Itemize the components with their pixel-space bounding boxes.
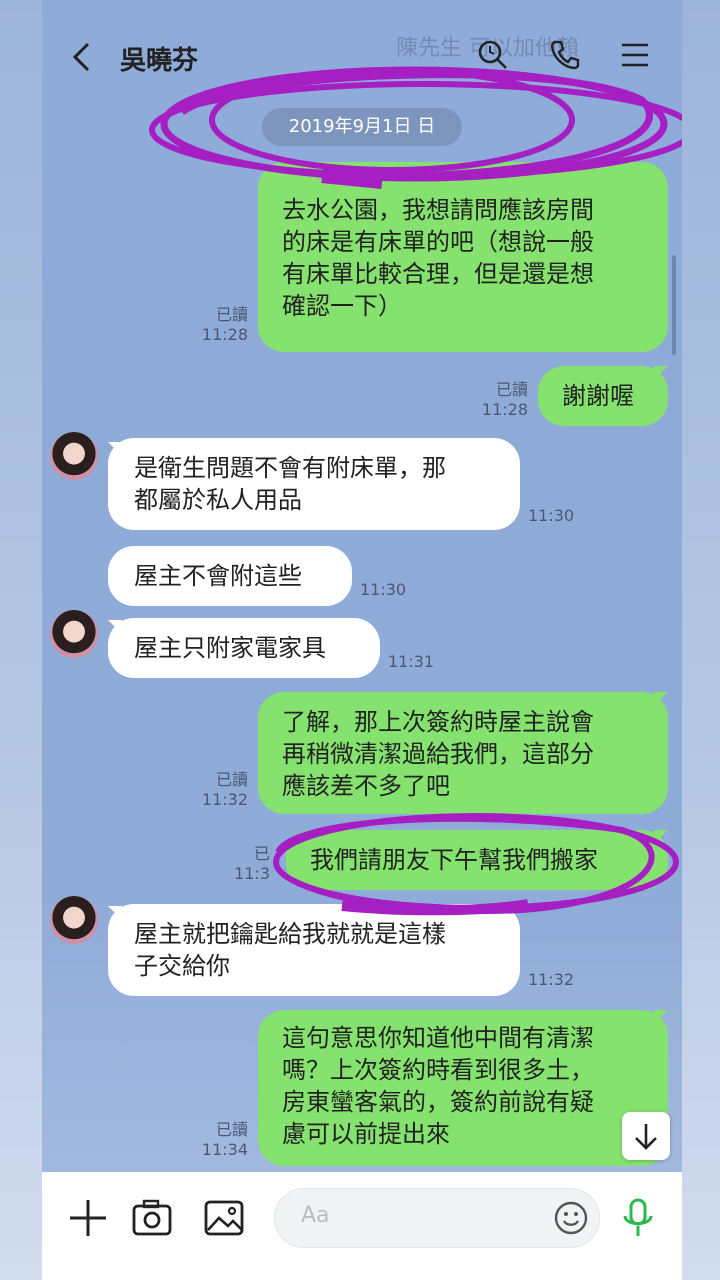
read-receipt: 已 <box>253 844 270 863</box>
message-time: 11:3 <box>234 864 270 883</box>
message-text-line: 謝謝喔 <box>562 382 634 410</box>
message-time: 11:28 <box>201 325 248 344</box>
mic-icon[interactable] <box>616 1196 660 1240</box>
message-meta: 已讀 11:32 <box>182 770 248 810</box>
avatar[interactable] <box>50 432 98 480</box>
plus-icon[interactable] <box>66 1196 110 1240</box>
chat-title: 吳曉芬 <box>120 46 199 76</box>
message-time: 11:30 <box>360 580 407 599</box>
read-receipt: 已讀 <box>495 380 528 399</box>
camera-icon[interactable] <box>130 1196 174 1240</box>
chat-header: 吳曉芬 <box>42 0 682 110</box>
message-text-line: 都屬於私人用品 <box>134 486 302 514</box>
date-separator: 2019年9月1日 日 <box>262 108 462 146</box>
image-icon[interactable] <box>202 1196 246 1240</box>
message-bubble-outgoing[interactable]: 我們請朋友下午幫我們搬家 <box>286 830 668 890</box>
search-icon[interactable] <box>476 38 510 72</box>
bubble-tail <box>654 830 668 844</box>
message-bubble-outgoing[interactable]: 這句意思你知道他中間有清潔 嗎？上次簽約時看到很多土， 房東蠻客氣的，簽約前說有… <box>258 1010 668 1166</box>
chat-screen: 陳先生 可以加他賴 吳曉芬 2019年9月1日 日 去水公園，我想請問應該房間 … <box>42 0 682 1280</box>
chevron-left-icon[interactable] <box>66 40 100 74</box>
message-input[interactable]: Aa <box>274 1188 600 1248</box>
message-bubble-incoming[interactable]: 屋主就把鑰匙給我就就是這樣 子交給你 <box>108 904 520 996</box>
message-bubble-incoming[interactable]: 是衛生問題不會有附床單，那 都屬於私人用品 <box>108 438 520 530</box>
message-meta: 已讀 11:28 <box>182 305 248 345</box>
message-text-line: 確認一下） <box>282 292 402 320</box>
message-text-line: 是衛生問題不會有附床單，那 <box>134 454 446 482</box>
message-text-line: 應該差不多了吧 <box>282 772 450 800</box>
message-bubble-incoming[interactable]: 屋主只附家電家具 <box>108 618 380 678</box>
message-text-line: 嗎？上次簽約時看到很多土， <box>282 1056 594 1084</box>
message-time: 11:32 <box>201 790 248 809</box>
input-placeholder: Aa <box>301 1203 330 1228</box>
emoji-icon[interactable] <box>553 1200 589 1236</box>
message-bubble-outgoing[interactable]: 去水公園，我想請問應該房間 的床是有床單的吧（想說一般 有床單比較合理，但是還是… <box>258 162 668 352</box>
bubble-tail <box>654 366 668 380</box>
bubble-tail <box>654 1010 668 1024</box>
message-time: 11:31 <box>388 652 435 671</box>
bubble-tail <box>654 692 668 706</box>
message-text-line: 房東蠻客氣的，簽約前說有疑 <box>282 1088 594 1116</box>
scrollbar[interactable] <box>672 255 676 355</box>
message-text-line: 屋主不會附這些 <box>134 562 302 590</box>
message-time: 11:32 <box>528 970 575 989</box>
read-receipt: 已讀 <box>215 305 248 324</box>
avatar[interactable] <box>50 610 98 658</box>
phone-icon[interactable] <box>548 38 582 72</box>
input-bar: Aa <box>42 1172 682 1280</box>
message-text-line: 慮可以前提出來 <box>282 1120 450 1148</box>
message-text-line: 去水公園，我想請問應該房間 <box>282 196 594 224</box>
message-meta: 已讀 11:34 <box>182 1120 248 1160</box>
message-text-line: 屋主只附家電家具 <box>134 634 326 662</box>
message-text-line: 了解，那上次簽約時屋主說會 <box>282 708 594 736</box>
message-text-line: 子交給你 <box>134 952 230 980</box>
message-bubble-incoming[interactable]: 屋主不會附這些 <box>108 546 352 606</box>
message-meta: 已 11:3 <box>220 844 270 884</box>
arrow-down-icon <box>635 1124 657 1150</box>
message-text-line: 這句意思你知道他中間有清潔 <box>282 1024 594 1052</box>
message-text-line: 我們請朋友下午幫我們搬家 <box>310 846 598 874</box>
read-receipt: 已讀 <box>215 770 248 789</box>
scroll-to-bottom-button[interactable] <box>622 1112 670 1160</box>
avatar[interactable] <box>50 896 98 944</box>
message-text-line: 再稍微清潔過給我們，這部分 <box>282 740 594 768</box>
message-meta: 已讀 11:28 <box>462 380 528 420</box>
read-receipt: 已讀 <box>215 1120 248 1139</box>
message-bubble-outgoing[interactable]: 了解，那上次簽約時屋主說會 再稍微清潔過給我們，這部分 應該差不多了吧 <box>258 692 668 814</box>
menu-icon[interactable] <box>618 38 652 72</box>
message-time: 11:30 <box>528 506 575 525</box>
message-time: 11:28 <box>481 400 528 419</box>
message-text-line: 有床單比較合理，但是還是想 <box>282 260 594 288</box>
message-text-line: 屋主就把鑰匙給我就就是這樣 <box>134 920 446 948</box>
message-bubble-outgoing[interactable]: 謝謝喔 <box>538 366 668 426</box>
message-text-line: 的床是有床單的吧（想說一般 <box>282 228 594 256</box>
message-time: 11:34 <box>201 1140 248 1159</box>
